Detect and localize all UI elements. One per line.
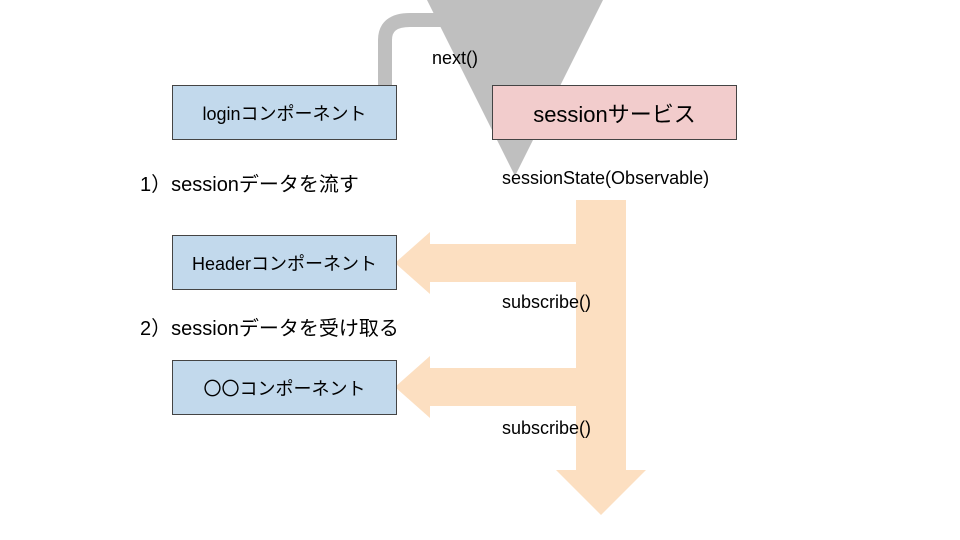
login-component-box: loginコンポーネント [172,85,397,140]
other-component-box: 〇〇コンポーネント [172,360,397,415]
subscribe2-label: subscribe() [502,418,591,439]
observable-label: sessionState(Observable) [502,168,709,189]
subscribe1-label: subscribe() [502,292,591,313]
header-component-box: Headerコンポーネント [172,235,397,290]
next-label: next() [432,48,478,69]
diagram-arrows [0,0,960,540]
login-component-label: loginコンポーネント [202,100,366,126]
step1-label: 1）sessionデータを流す [140,168,359,197]
observable-flow [395,200,646,515]
step2-label: 2）sessionデータを受け取る [140,312,399,341]
session-service-box: sessionサービス [492,85,737,140]
header-component-label: Headerコンポーネント [192,250,377,276]
session-service-label: sessionサービス [533,97,696,129]
other-component-label: 〇〇コンポーネント [204,375,366,401]
